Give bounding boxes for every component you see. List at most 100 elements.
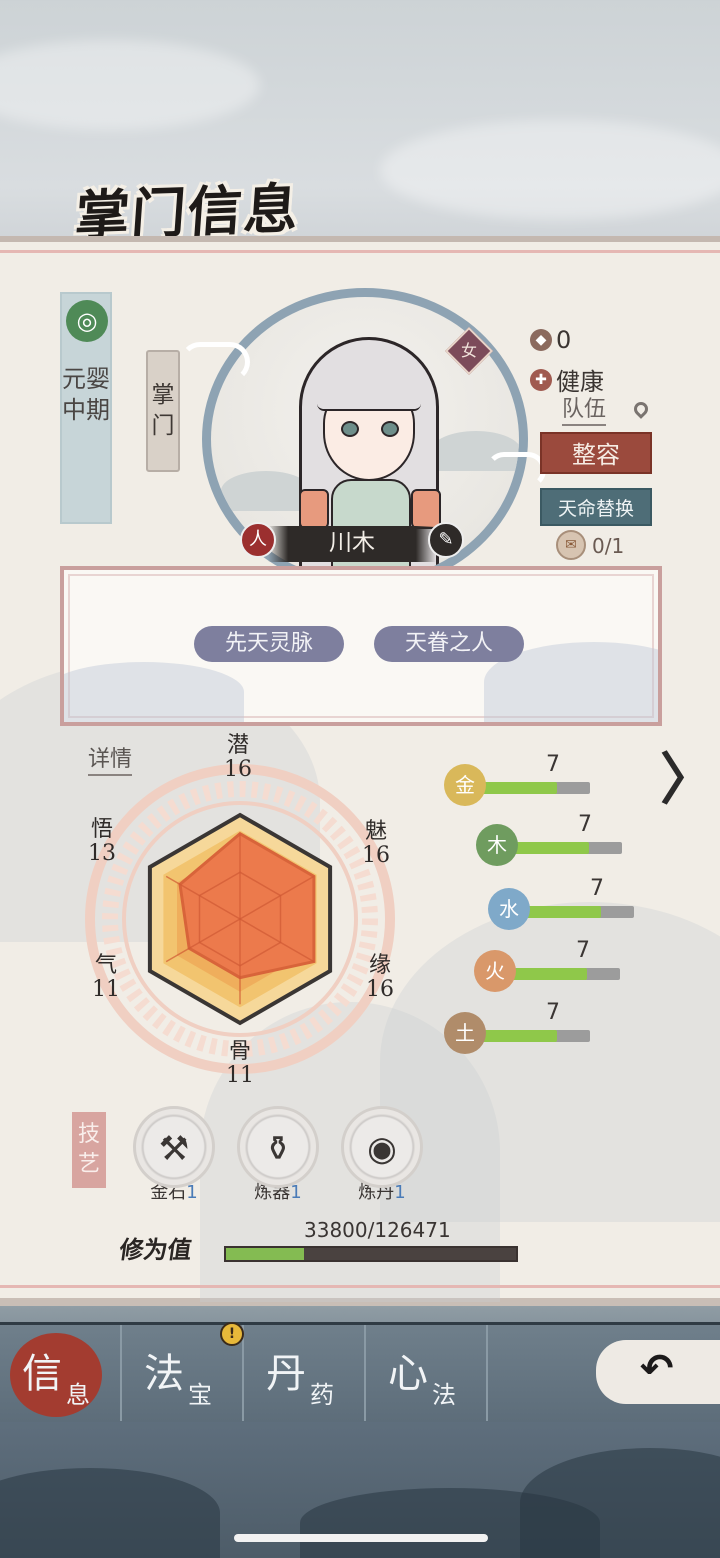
- nav-tab-sub-char: 息: [66, 1381, 90, 1409]
- cloud-decoration: [486, 452, 546, 488]
- skills-tag-label: 技艺: [77, 1122, 100, 1177]
- element-bar: [512, 842, 622, 854]
- element-row: 木7: [476, 812, 636, 866]
- element-bar: [480, 1030, 590, 1042]
- nav-tab-sub-char: 法: [432, 1381, 456, 1409]
- trait-tag[interactable]: 天眷之人: [374, 626, 524, 662]
- health-status: 健康: [556, 368, 604, 396]
- team-link[interactable]: 队伍: [562, 396, 607, 426]
- cauldron-icon: ⚱: [263, 1129, 293, 1169]
- traits-panel: 先天灵脉 天眷之人: [60, 566, 662, 726]
- home-indicator: [234, 1534, 488, 1542]
- attribute-value: 11: [92, 977, 120, 1002]
- element-icon: 火: [474, 950, 516, 992]
- nav-tab-main-char: 心: [388, 1351, 428, 1397]
- coin-stat: ◆ 0: [530, 326, 571, 354]
- attribute-label: 气 11: [82, 954, 130, 1002]
- element-bar: [510, 968, 620, 980]
- skill-icon-circle[interactable]: ◉: [341, 1106, 423, 1188]
- element-bar-fill: [512, 842, 589, 854]
- nav-tab-main-char: 法: [144, 1351, 184, 1397]
- rank-text: 元婴中期: [62, 364, 110, 426]
- cultivation-progress-bar: [224, 1246, 518, 1262]
- attribute-label: 魅 16: [352, 820, 400, 868]
- attribute-radar-chart: [85, 764, 395, 1074]
- skill-item[interactable]: ⚱ 炼器1: [232, 1106, 324, 1204]
- coin-icon: ◆: [530, 329, 552, 351]
- element-bar-fill: [510, 968, 587, 980]
- attribute-name: 魅: [364, 819, 387, 844]
- attribute-name: 悟: [90, 817, 113, 842]
- next-arrow-icon[interactable]: 〉: [660, 752, 716, 810]
- role-label: 掌门: [151, 382, 175, 439]
- skill-icon-circle[interactable]: ⚒: [133, 1106, 215, 1188]
- attribute-label: 潜 16: [214, 734, 262, 782]
- skills-tag: 技艺: [72, 1112, 106, 1188]
- nav-tab[interactable]: 丹药: [244, 1325, 366, 1421]
- makeover-button[interactable]: 整容: [540, 432, 652, 474]
- rank-label: 元婴中期: [62, 365, 110, 424]
- nav-tab[interactable]: 心法: [366, 1325, 488, 1421]
- scroll-icon: ✉: [556, 530, 586, 560]
- element-bar: [480, 782, 590, 794]
- cultivation-progress-fill: [226, 1248, 304, 1260]
- coin-value: 0: [556, 326, 572, 354]
- role-tag: 掌门: [146, 350, 180, 472]
- element-bar: [524, 906, 634, 918]
- skill-item[interactable]: ⚒ 金石1: [128, 1106, 220, 1204]
- attribute-name: 气: [94, 953, 117, 978]
- cultivation-value: 33800/126471: [304, 1218, 451, 1242]
- fate-item-count: 0/1: [592, 534, 625, 558]
- nav-tab-main-char: 丹: [266, 1351, 306, 1397]
- cultivation-rank-banner: ◎ 元婴中期: [60, 292, 112, 524]
- person-icon[interactable]: 人: [240, 522, 276, 558]
- attribute-label: 缘 16: [356, 954, 404, 1002]
- attribute-value: 11: [226, 1063, 254, 1088]
- attribute-value: 16: [366, 977, 394, 1002]
- attribute-value: 16: [224, 757, 252, 782]
- element-icon: 金: [444, 764, 486, 806]
- element-row: 土7: [444, 1000, 604, 1054]
- skill-icon-circle[interactable]: ⚱: [237, 1106, 319, 1188]
- element-bar-fill: [480, 1030, 557, 1042]
- alert-badge-icon: !: [220, 1322, 244, 1346]
- skill-item[interactable]: ◉ 炼丹1: [336, 1106, 428, 1204]
- health-stat: ✚ 健康: [530, 362, 604, 397]
- attribute-name: 骨: [228, 1039, 251, 1064]
- nav-tab-sub-char: 药: [310, 1381, 334, 1409]
- element-value: 7: [546, 752, 560, 777]
- heart-icon: ✚: [530, 368, 552, 391]
- nav-tab-sub-char: 宝: [188, 1381, 212, 1409]
- attribute-name: 缘: [368, 953, 391, 978]
- spiral-icon: ◎: [66, 300, 108, 342]
- element-icon: 木: [476, 824, 518, 866]
- trait-tag[interactable]: 先天灵脉: [194, 626, 344, 662]
- nav-tab[interactable]: 信息: [0, 1325, 122, 1421]
- element-value: 7: [590, 876, 604, 901]
- element-row: 火7: [474, 938, 634, 992]
- character-name: 川木: [329, 530, 375, 556]
- attribute-label: 悟 13: [78, 818, 126, 866]
- element-row: 金7: [444, 752, 604, 806]
- element-icon: 水: [488, 888, 530, 930]
- element-bar-fill: [480, 782, 557, 794]
- cloud-decoration: [180, 342, 250, 382]
- element-value: 7: [546, 1000, 560, 1025]
- nav-tab-main-char: 信: [22, 1351, 62, 1397]
- attribute-value: 16: [362, 843, 390, 868]
- attribute-label: 骨 11: [216, 1040, 264, 1088]
- element-row: 水7: [488, 876, 648, 930]
- element-value: 7: [576, 938, 590, 963]
- attribute-name: 潜: [226, 733, 249, 758]
- element-value: 7: [578, 812, 592, 837]
- pill-icon: ◉: [367, 1129, 397, 1169]
- gender-label: 女: [460, 341, 477, 360]
- back-arrow-icon[interactable]: ↶: [640, 1346, 674, 1392]
- element-bar-fill: [524, 906, 601, 918]
- brush-icon[interactable]: ✎: [428, 522, 464, 558]
- attribute-value: 13: [88, 841, 116, 866]
- fate-swap-button[interactable]: 天命替换: [540, 488, 652, 526]
- cultivation-label: 修为值: [117, 1235, 194, 1264]
- element-icon: 土: [444, 1012, 486, 1054]
- hammer-icon: ⚒: [158, 1129, 190, 1169]
